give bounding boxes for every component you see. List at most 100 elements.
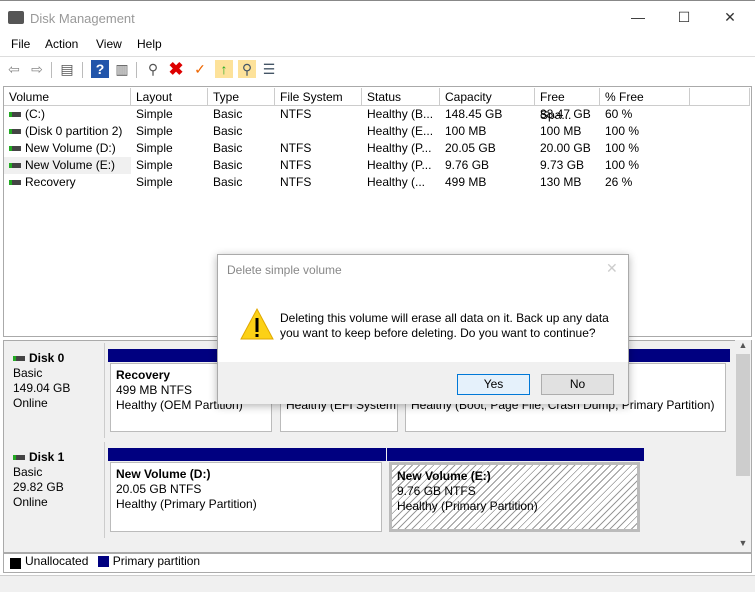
cell-text: NTFS xyxy=(280,107,312,121)
cell-text: Simple xyxy=(136,175,173,189)
cell: Healthy (P... xyxy=(362,140,440,157)
cell-text: 20.00 GB xyxy=(540,141,591,155)
menu-help[interactable]: Help xyxy=(137,37,162,51)
column-header[interactable]: Volume xyxy=(4,88,131,106)
close-button[interactable]: ✕ xyxy=(715,9,745,26)
cell: (C:) xyxy=(4,106,131,123)
vertical-scrollbar[interactable]: ▲ ▼ xyxy=(735,340,751,552)
cell-text: (C:) xyxy=(25,107,45,121)
column-header[interactable]: Free Spa... xyxy=(535,88,600,122)
partition-name: New Volume (E:) xyxy=(397,469,491,483)
cell-text: Simple xyxy=(136,158,173,172)
cell-text: 100 MB xyxy=(445,124,487,138)
partition-block[interactable]: New Volume (E:) 9.76 GB NTFS Healthy (Prim… xyxy=(389,462,640,532)
no-button[interactable]: No xyxy=(541,374,614,395)
partition-status: Healthy (Primary Partition) xyxy=(397,499,538,513)
cell: 100 % xyxy=(600,140,690,157)
maximize-button[interactable]: ☐ xyxy=(669,9,699,26)
connect-disk-icon[interactable]: ⚲ xyxy=(144,60,162,78)
cell-text: 20.05 GB xyxy=(445,141,496,155)
cell: Simple xyxy=(131,123,208,140)
menu-action[interactable]: Action xyxy=(45,37,78,51)
disk-icon xyxy=(13,356,25,362)
action-pane-icon[interactable]: ▥ xyxy=(113,60,131,78)
cell: Basic xyxy=(208,157,275,174)
table-row[interactable]: (C:) Simple Basic NTFS Healthy (B... 148.45 G… xyxy=(4,106,704,123)
cell: 130 MB xyxy=(535,174,600,191)
properties-icon[interactable]: ☰ xyxy=(260,60,278,78)
cell: Healthy (E... xyxy=(362,123,440,140)
column-header[interactable]: Capacity xyxy=(440,88,535,106)
legend: Unallocated Primary partition xyxy=(3,553,752,573)
cell: 148.45 GB xyxy=(440,106,535,123)
table-row[interactable]: Recovery Simple Basic NTFS Healthy (... 499 M… xyxy=(4,174,704,191)
find-icon[interactable]: ⚲ xyxy=(238,60,256,78)
cell: NTFS xyxy=(275,157,362,174)
toolbar-separator xyxy=(136,62,137,78)
partition-block[interactable]: New Volume (D:) 20.05 GB NTFS Healthy (Pri… xyxy=(110,462,382,532)
scroll-down-icon[interactable]: ▼ xyxy=(736,538,750,550)
help-icon[interactable]: ? xyxy=(91,60,109,78)
check-icon[interactable]: ✓ xyxy=(191,60,209,78)
disk-name: Disk 0 xyxy=(29,351,65,365)
partition-status: Healthy (Primary Partition) xyxy=(116,497,257,511)
export-icon[interactable]: ↑ xyxy=(215,60,233,78)
menu-view[interactable]: View xyxy=(96,37,122,51)
partition-bar xyxy=(387,448,644,461)
dialog-close-button[interactable]: ✕ xyxy=(606,260,618,277)
menu-file[interactable]: File xyxy=(11,37,30,51)
title-bar: Disk Management — ☐ ✕ xyxy=(0,0,755,34)
dialog-message: Deleting this volume will erase all data… xyxy=(280,311,609,340)
column-header[interactable]: Type xyxy=(208,88,275,106)
table-row[interactable]: New Volume (E:) Simple Basic NTFS Healthy (P… xyxy=(4,157,704,174)
cell: 26 % xyxy=(600,174,690,191)
volume-icon xyxy=(9,112,21,118)
disk-type: Basic xyxy=(13,465,43,479)
cell xyxy=(275,123,362,140)
cell: 20.05 GB xyxy=(440,140,535,157)
cell: 9.76 GB xyxy=(440,157,535,174)
cell-text: 100 % xyxy=(605,141,640,155)
column-header[interactable]: File System xyxy=(275,88,362,106)
console-tree-icon[interactable]: ▤ xyxy=(58,60,76,78)
minimize-button[interactable]: — xyxy=(623,9,653,25)
disk-label[interactable]: Disk 0 Basic 149.04 GB Online xyxy=(5,343,105,438)
cell: Basic xyxy=(208,174,275,191)
partition-size: 20.05 GB NTFS xyxy=(116,482,202,496)
cell: 88.47 GB xyxy=(535,106,600,123)
cell-text: Healthy (... xyxy=(367,175,426,189)
column-header[interactable] xyxy=(690,88,750,106)
cell: Basic xyxy=(208,106,275,123)
delete-volume-dialog: Delete simple volume ✕ Deleting this vol… xyxy=(217,254,629,404)
column-header[interactable]: % Free xyxy=(600,88,690,106)
column-header[interactable]: Layout xyxy=(131,88,208,106)
cell-text: Simple xyxy=(136,124,173,138)
cell-text: Basic xyxy=(213,158,243,172)
cell: NTFS xyxy=(275,106,362,123)
cell-text: Simple xyxy=(136,107,173,121)
partition-size: 9.76 GB NTFS xyxy=(397,484,476,498)
volume-icon xyxy=(9,180,21,186)
scrollbar-thumb[interactable] xyxy=(736,354,750,476)
cell: 9.73 GB xyxy=(535,157,600,174)
cell-text: Basic xyxy=(213,107,243,121)
disk-state: Online xyxy=(13,495,48,509)
disk-icon xyxy=(13,455,25,461)
cell-text: (Disk 0 partition 2) xyxy=(25,124,123,138)
cell-text: NTFS xyxy=(280,141,312,155)
partition-name: New Volume (D:) xyxy=(116,467,211,481)
scroll-up-icon[interactable]: ▲ xyxy=(736,340,750,352)
volume-icon xyxy=(9,129,21,135)
disk-label[interactable]: Disk 1 Basic 29.82 GB Online xyxy=(5,442,105,538)
status-bar xyxy=(0,575,755,592)
yes-button[interactable]: Yes xyxy=(457,374,530,395)
back-icon[interactable]: ⇦ xyxy=(5,60,23,78)
cell-text: 60 % xyxy=(605,107,633,121)
cell-text: 100 MB xyxy=(540,124,582,138)
column-header[interactable]: Status xyxy=(362,88,440,106)
partition-bar xyxy=(108,448,386,461)
forward-icon[interactable]: ⇨ xyxy=(28,60,46,78)
table-row[interactable]: New Volume (D:) Simple Basic NTFS Healthy (P… xyxy=(4,140,704,157)
table-row[interactable]: (Disk 0 partition 2) Simple Basic Healthy (… xyxy=(4,123,704,140)
delete-icon[interactable]: ✖ xyxy=(167,60,185,78)
